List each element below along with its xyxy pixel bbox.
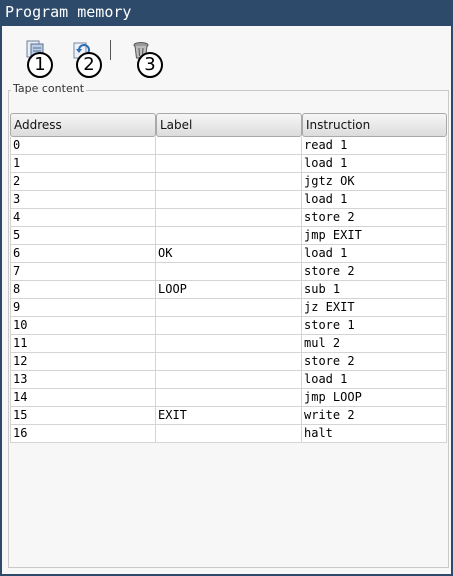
label-cell[interactable] <box>156 299 302 317</box>
address-cell[interactable]: 15 <box>10 407 156 425</box>
table-row[interactable]: 16 halt <box>10 425 447 443</box>
instruction-cell[interactable]: store 1 <box>302 317 447 335</box>
window-title: Program memory <box>5 3 132 21</box>
table-row[interactable]: 6 OK load 1 <box>10 245 447 263</box>
table-row[interactable]: 3 load 1 <box>10 191 447 209</box>
tape-content-title: Tape content <box>11 82 87 95</box>
table-row[interactable]: 0 read 1 <box>10 137 447 155</box>
address-cell[interactable]: 2 <box>10 173 156 191</box>
label-cell[interactable]: LOOP <box>156 281 302 299</box>
instruction-cell[interactable]: store 2 <box>302 353 447 371</box>
address-cell[interactable]: 16 <box>10 425 156 443</box>
column-header-instruction[interactable]: Instruction <box>302 113 447 137</box>
address-cell[interactable]: 9 <box>10 299 156 317</box>
label-cell[interactable] <box>156 317 302 335</box>
label-cell[interactable] <box>156 353 302 371</box>
address-cell[interactable]: 6 <box>10 245 156 263</box>
table-row[interactable]: 11 mul 2 <box>10 335 447 353</box>
instruction-cell[interactable]: read 1 <box>302 137 447 155</box>
address-cell[interactable]: 10 <box>10 317 156 335</box>
address-cell[interactable]: 3 <box>10 191 156 209</box>
table-row[interactable]: 8 LOOP sub 1 <box>10 281 447 299</box>
table-body: 0 read 1 1 load 1 2 jgtz OK 3 load 1 4 store 2 5 jm… <box>10 137 447 443</box>
table-row[interactable]: 2 jgtz OK <box>10 173 447 191</box>
table-row[interactable]: 12 store 2 <box>10 353 447 371</box>
label-cell[interactable] <box>156 137 302 155</box>
label-cell[interactable] <box>156 155 302 173</box>
table-row[interactable]: 9 jz EXIT <box>10 299 447 317</box>
instruction-cell[interactable]: mul 2 <box>302 335 447 353</box>
instruction-cell[interactable]: load 1 <box>302 155 447 173</box>
label-cell[interactable] <box>156 209 302 227</box>
table-row[interactable]: 13 load 1 <box>10 371 447 389</box>
table-row[interactable]: 14 jmp LOOP <box>10 389 447 407</box>
column-header-address[interactable]: Address <box>10 113 156 137</box>
table-row[interactable]: 15 EXIT write 2 <box>10 407 447 425</box>
instruction-cell[interactable]: jz EXIT <box>302 299 447 317</box>
instruction-cell[interactable]: halt <box>302 425 447 443</box>
program-table: Address Label Instruction 0 read 1 1 load 1… <box>10 113 447 443</box>
address-cell[interactable]: 13 <box>10 371 156 389</box>
instruction-cell[interactable]: jmp EXIT <box>302 227 447 245</box>
label-cell[interactable] <box>156 389 302 407</box>
address-cell[interactable]: 4 <box>10 209 156 227</box>
label-cell[interactable] <box>156 227 302 245</box>
table-row[interactable]: 7 store 2 <box>10 263 447 281</box>
label-cell[interactable]: EXIT <box>156 407 302 425</box>
toolbar-separator <box>110 40 111 60</box>
column-header-label[interactable]: Label <box>156 113 302 137</box>
label-cell[interactable] <box>156 335 302 353</box>
instruction-cell[interactable]: sub 1 <box>302 281 447 299</box>
table-row[interactable]: 5 jmp EXIT <box>10 227 447 245</box>
label-cell[interactable] <box>156 191 302 209</box>
label-cell[interactable] <box>156 173 302 191</box>
table-header: Address Label Instruction <box>10 113 447 137</box>
callout-badge-2: 2 <box>76 52 102 78</box>
address-cell[interactable]: 5 <box>10 227 156 245</box>
label-cell[interactable] <box>156 263 302 281</box>
address-cell[interactable]: 14 <box>10 389 156 407</box>
table-row[interactable]: 10 store 1 <box>10 317 447 335</box>
table-row[interactable]: 1 load 1 <box>10 155 447 173</box>
label-cell[interactable] <box>156 371 302 389</box>
callout-badge-1: 1 <box>27 52 53 78</box>
instruction-cell[interactable]: load 1 <box>302 191 447 209</box>
address-cell[interactable]: 12 <box>10 353 156 371</box>
instruction-cell[interactable]: load 1 <box>302 371 447 389</box>
title-bar[interactable]: Program memory <box>2 0 453 26</box>
callout-badge-3: 3 <box>137 52 163 78</box>
instruction-cell[interactable]: load 1 <box>302 245 447 263</box>
label-cell[interactable]: OK <box>156 245 302 263</box>
instruction-cell[interactable]: store 2 <box>302 209 447 227</box>
instruction-cell[interactable]: write 2 <box>302 407 447 425</box>
address-cell[interactable]: 0 <box>10 137 156 155</box>
label-cell[interactable] <box>156 425 302 443</box>
instruction-cell[interactable]: store 2 <box>302 263 447 281</box>
toolbar: 1 2 3 <box>4 28 453 80</box>
address-cell[interactable]: 8 <box>10 281 156 299</box>
program-memory-window: Program memory 1 2 3 Tape content Addres… <box>0 0 453 576</box>
address-cell[interactable]: 7 <box>10 263 156 281</box>
table-row[interactable]: 4 store 2 <box>10 209 447 227</box>
address-cell[interactable]: 1 <box>10 155 156 173</box>
address-cell[interactable]: 11 <box>10 335 156 353</box>
instruction-cell[interactable]: jmp LOOP <box>302 389 447 407</box>
instruction-cell[interactable]: jgtz OK <box>302 173 447 191</box>
